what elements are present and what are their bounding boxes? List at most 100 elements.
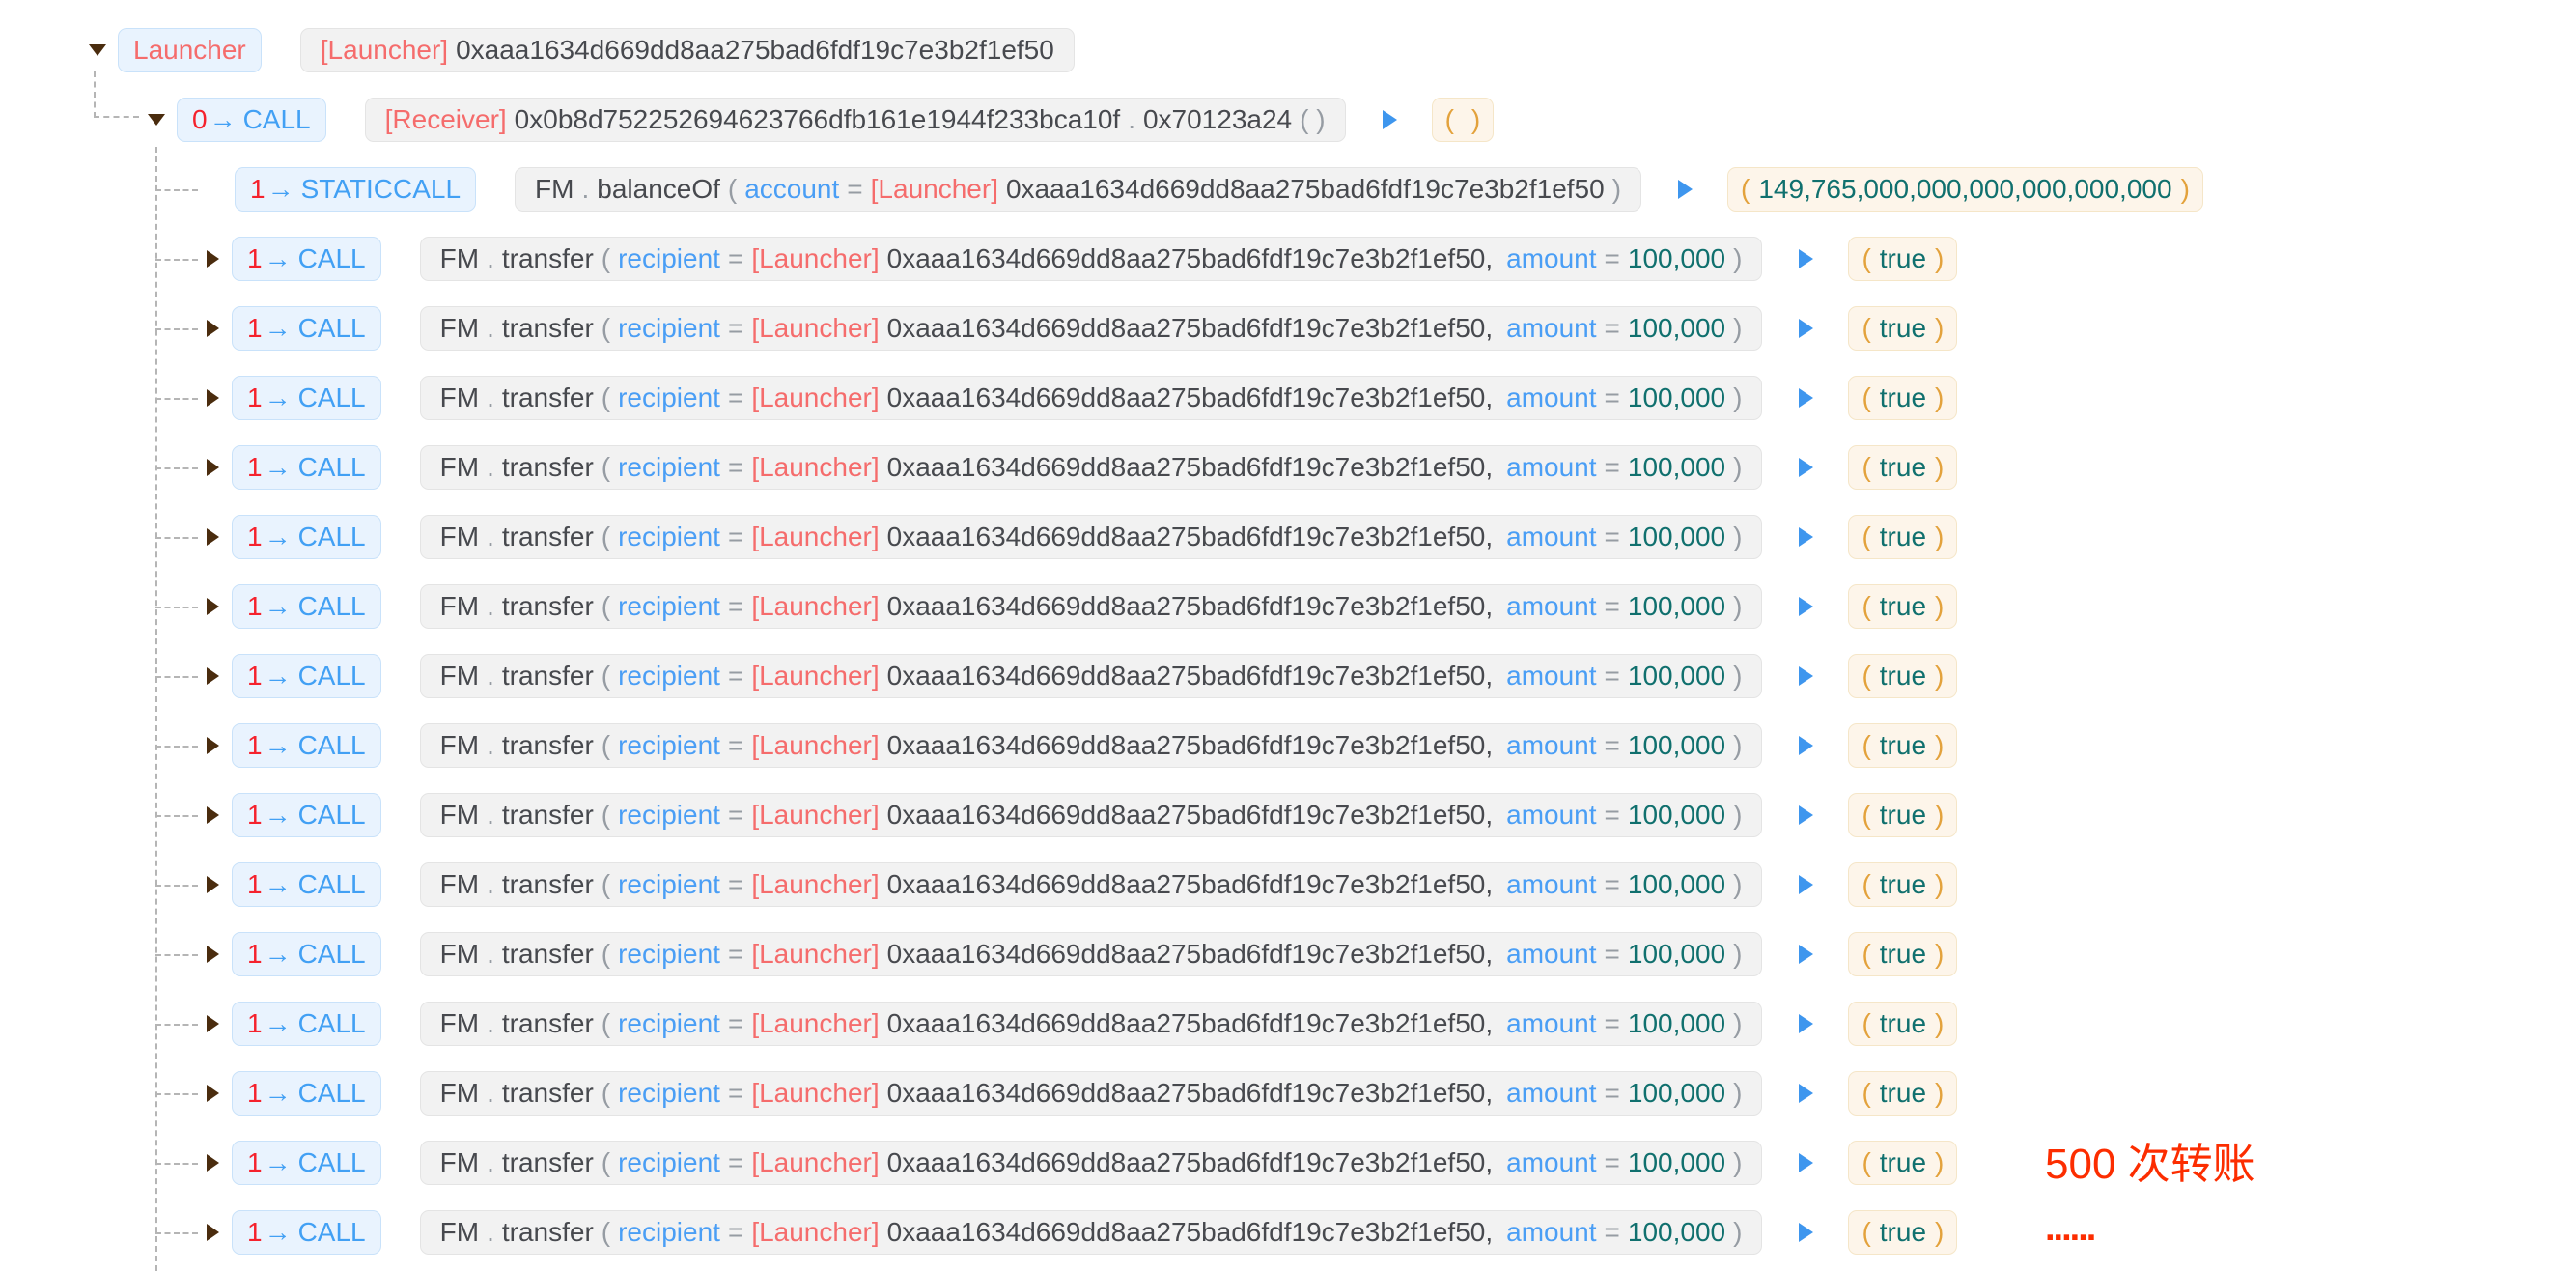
expand-triangle-icon[interactable] [207,389,219,407]
address[interactable]: 0xaaa1634d669dd8aa275bad6fdf19c7e3b2f1ef… [887,939,1494,970]
call-type-badge[interactable]: 1 → CALL [232,306,381,351]
equals-sign: = [728,1147,743,1178]
call-type-badge[interactable]: 1 → CALL [232,793,381,837]
expand-triangle-icon[interactable] [207,598,219,615]
play-expand-icon[interactable] [1799,736,1813,755]
address[interactable]: 0xaaa1634d669dd8aa275bad6fdf19c7e3b2f1ef… [887,452,1494,483]
address-tag[interactable]: [Launcher] [751,730,879,761]
call-summary-pill: FM . transfer ( recipient = [Launcher] 0… [420,862,1763,907]
call-type-badge[interactable]: 1 → CALL [232,445,381,490]
arrow-icon: → [265,661,292,692]
call-type-badge[interactable]: 1 → CALL [232,1002,381,1046]
call-type-badge[interactable]: 1 → CALL [232,515,381,559]
call-type-badge[interactable]: 1 → CALL [232,723,381,768]
play-expand-icon[interactable] [1799,1223,1813,1242]
return-value-badge: ( true ) [1848,1002,1957,1046]
address-tag[interactable]: [Launcher] [751,591,879,622]
expand-triangle-icon[interactable] [207,1085,219,1102]
address-tag[interactable]: [Launcher] [751,1147,879,1178]
address-tag[interactable]: [Launcher] [751,522,879,552]
call-type-badge[interactable]: 1 → CALL [232,1141,381,1185]
address-tag[interactable]: [Launcher] [751,382,879,413]
address-tag[interactable]: [Launcher] [751,243,879,274]
expand-triangle-icon[interactable] [207,737,219,754]
play-expand-icon[interactable] [1799,249,1813,268]
open-paren: ( [602,869,610,900]
play-expand-icon[interactable] [1799,805,1813,825]
expand-triangle-icon[interactable] [207,459,219,476]
address[interactable]: 0xaaa1634d669dd8aa275bad6fdf19c7e3b2f1ef… [887,800,1494,831]
address[interactable]: 0xaaa1634d669dd8aa275bad6fdf19c7e3b2f1ef… [887,382,1494,413]
arrow-icon: → [265,869,292,900]
address[interactable]: 0xaaa1634d669dd8aa275bad6fdf19c7e3b2f1ef… [887,1217,1494,1248]
expand-triangle-icon[interactable] [207,1224,219,1241]
address[interactable]: 0xaaa1634d669dd8aa275bad6fdf19c7e3b2f1ef… [887,1078,1494,1109]
separator-dot: . [487,869,494,900]
address-tag[interactable]: [Launcher] [751,1217,879,1248]
call-type-badge[interactable]: 1 → CALL [232,237,381,281]
separator-dot: . [487,1078,494,1109]
play-expand-icon[interactable] [1799,597,1813,616]
play-expand-icon[interactable] [1383,110,1397,129]
call-type-badge[interactable]: 1 → CALL [232,1210,381,1255]
expand-triangle-icon[interactable] [207,946,219,963]
expand-triangle-icon[interactable] [207,320,219,337]
call-type-badge[interactable]: 1 → CALL [232,1071,381,1116]
play-expand-icon[interactable] [1799,875,1813,894]
play-expand-icon[interactable] [1799,1084,1813,1103]
play-expand-icon[interactable] [1799,458,1813,477]
play-expand-icon[interactable] [1799,666,1813,686]
play-expand-icon[interactable] [1799,319,1813,338]
address-tag[interactable]: [Launcher] [751,1008,879,1039]
collapse-triangle-icon[interactable] [89,44,106,56]
address[interactable]: 0xaaa1634d669dd8aa275bad6fdf19c7e3b2f1ef… [887,243,1494,274]
address[interactable]: 0xaaa1634d669dd8aa275bad6fdf19c7e3b2f1ef… [887,1147,1494,1178]
expand-triangle-icon[interactable] [207,667,219,685]
expand-triangle-icon[interactable] [207,806,219,824]
call-depth-index: 1 [247,313,263,344]
address[interactable]: 0x0b8d752252694623766dfb161e1944f233bca1… [515,104,1121,135]
address-tag[interactable]: [Launcher] [321,35,448,66]
play-expand-icon[interactable] [1799,1153,1813,1172]
collapse-triangle-icon[interactable] [148,114,165,126]
address[interactable]: 0xaaa1634d669dd8aa275bad6fdf19c7e3b2f1ef… [887,730,1494,761]
call-type-badge[interactable]: 1 → CALL [232,862,381,907]
play-expand-icon[interactable] [1799,527,1813,547]
address[interactable]: 0xaaa1634d669dd8aa275bad6fdf19c7e3b2f1ef… [887,1008,1494,1039]
call-type-badge[interactable]: 1 → CALL [232,932,381,976]
expand-triangle-icon[interactable] [207,1015,219,1032]
expand-triangle-icon[interactable] [207,250,219,268]
address-tag[interactable]: [Launcher] [751,939,879,970]
address[interactable]: 0xaaa1634d669dd8aa275bad6fdf19c7e3b2f1ef… [887,869,1494,900]
address[interactable]: 0xaaa1634d669dd8aa275bad6fdf19c7e3b2f1ef… [887,661,1494,692]
call-type-badge[interactable]: 1 → CALL [232,376,381,420]
address-tag[interactable]: [Launcher] [871,174,998,205]
address[interactable]: 0xaaa1634d669dd8aa275bad6fdf19c7e3b2f1ef… [887,591,1494,622]
call-depth-index: 1 [247,591,263,622]
play-expand-icon[interactable] [1678,180,1693,199]
trace-row-transfer-call: 1 → CALL FM . transfer ( recipient = [La… [0,711,2576,780]
address-tag[interactable]: [Receiver] [385,104,507,135]
equals-sign: = [1605,1147,1620,1178]
address-tag[interactable]: [Launcher] [751,452,879,483]
call-type-badge[interactable]: 1 → CALL [232,584,381,629]
address[interactable]: 0xaaa1634d669dd8aa275bad6fdf19c7e3b2f1ef… [887,313,1494,344]
launcher-badge[interactable]: Launcher [118,28,262,72]
address-tag[interactable]: [Launcher] [751,661,879,692]
address[interactable]: 0xaaa1634d669dd8aa275bad6fdf19c7e3b2f1ef… [1006,174,1605,205]
expand-triangle-icon[interactable] [207,528,219,546]
expand-triangle-icon[interactable] [207,1154,219,1172]
call-type-badge[interactable]: 0 → CALL [177,98,326,142]
address-tag[interactable]: [Launcher] [751,1078,879,1109]
play-expand-icon[interactable] [1799,1014,1813,1033]
address-tag[interactable]: [Launcher] [751,800,879,831]
address[interactable]: 0xaaa1634d669dd8aa275bad6fdf19c7e3b2f1ef… [887,522,1494,552]
address-tag[interactable]: [Launcher] [751,313,879,344]
address-tag[interactable]: [Launcher] [751,869,879,900]
call-type-badge[interactable]: 1 → STATICCALL [235,167,476,212]
address[interactable]: 0xaaa1634d669dd8aa275bad6fdf19c7e3b2f1ef… [456,35,1054,66]
expand-triangle-icon[interactable] [207,876,219,893]
play-expand-icon[interactable] [1799,945,1813,964]
play-expand-icon[interactable] [1799,388,1813,408]
call-type-badge[interactable]: 1 → CALL [232,654,381,698]
